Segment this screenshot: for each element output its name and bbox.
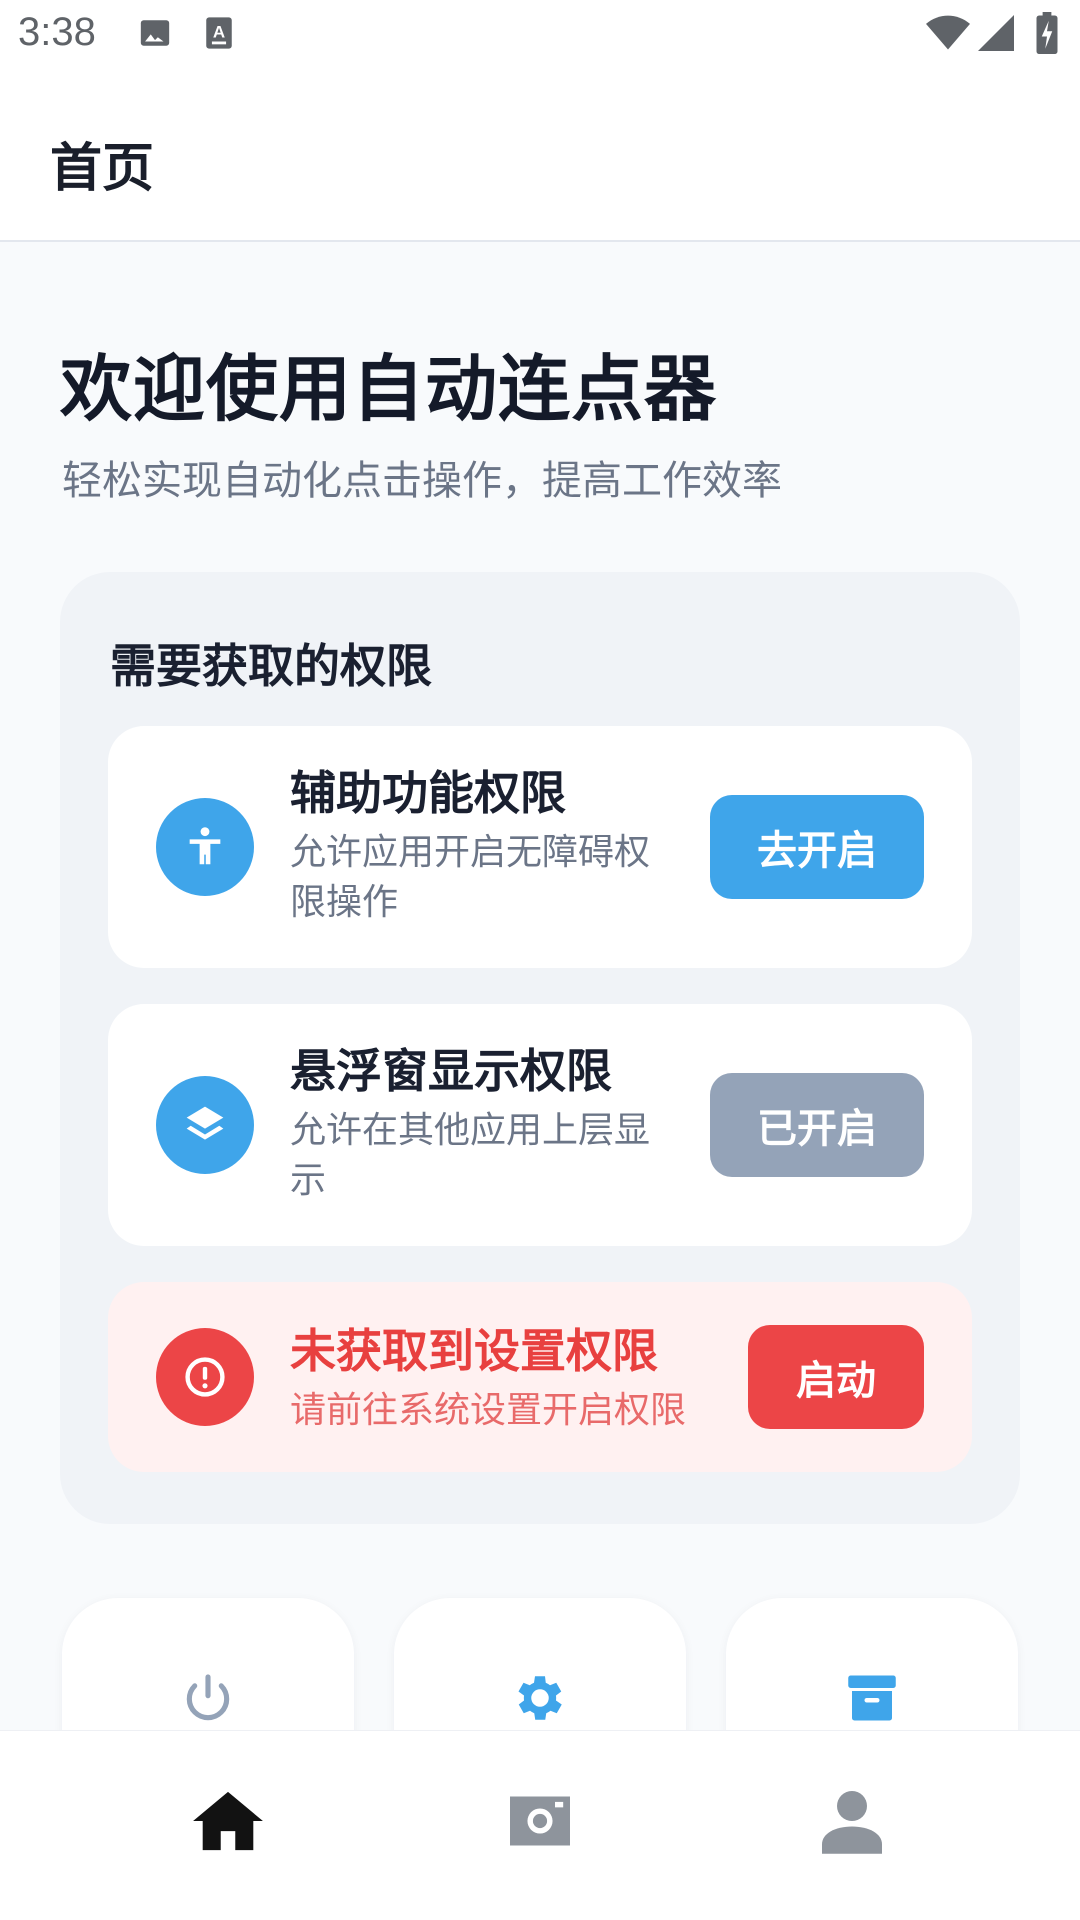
permissions-panel: 需要获取的权限 辅助功能权限 允许应用开启无障碍权限操作 去开启 悬浮窗显示权限… <box>60 572 1020 1524</box>
permission-desc: 允许应用开启无障碍权限操作 <box>290 832 651 923</box>
image-icon <box>138 16 172 54</box>
welcome-title: 欢迎使用自动连点器 <box>60 347 718 431</box>
bottom-nav <box>0 1730 1080 1920</box>
alert-circle-icon <box>156 1328 254 1426</box>
home-icon <box>193 1791 263 1851</box>
wifi-icon <box>926 14 970 56</box>
permissions-title: 需要获取的权限 <box>110 639 432 693</box>
permission-title: 悬浮窗显示权限 <box>290 1044 612 1098</box>
permission-title: 辅助功能权限 <box>290 766 566 820</box>
status-time: 3:38 <box>18 10 96 54</box>
permission-card-overlay: 悬浮窗显示权限 允许在其他应用上层显示 已开启 <box>108 1004 972 1246</box>
enable-accessibility-button[interactable]: 去开启 <box>710 795 924 899</box>
permission-card-accessibility: 辅助功能权限 允许应用开启无障碍权限操作 去开启 <box>108 726 972 968</box>
nav-home[interactable] <box>168 1771 288 1871</box>
permission-error-card: 未获取到设置权限 请前往系统设置开启权限 启动 <box>108 1282 972 1472</box>
layers-icon <box>156 1076 254 1174</box>
nav-camera[interactable] <box>480 1771 600 1871</box>
welcome-subtitle: 轻松实现自动化点击操作，提高工作效率 <box>62 458 782 504</box>
nav-profile[interactable] <box>792 1771 912 1871</box>
screen: 3:38 A 首页 欢迎使用自动连点器 轻松实现自动化点击操作，提高工作效率 需… <box>0 0 1080 1920</box>
battery-charging-icon <box>1036 12 1058 58</box>
launch-settings-button[interactable]: 启动 <box>748 1325 924 1429</box>
permission-desc: 允许在其他应用上层显示 <box>290 1110 651 1201</box>
accessibility-icon <box>156 798 254 896</box>
app-bar: 首页 <box>0 74 1080 242</box>
signal-icon <box>978 14 1014 56</box>
camera-icon <box>510 1796 570 1846</box>
error-title: 未获取到设置权限 <box>290 1324 658 1378</box>
page-title: 首页 <box>50 139 155 199</box>
error-desc: 请前往系统设置开启权限 <box>290 1390 687 1431</box>
person-icon <box>822 1791 882 1854</box>
overlay-enabled-button[interactable]: 已开启 <box>710 1073 924 1177</box>
keyboard-a-icon: A <box>204 16 234 54</box>
svg-text:A: A <box>213 22 225 41</box>
status-bar: 3:38 A <box>0 0 1080 74</box>
